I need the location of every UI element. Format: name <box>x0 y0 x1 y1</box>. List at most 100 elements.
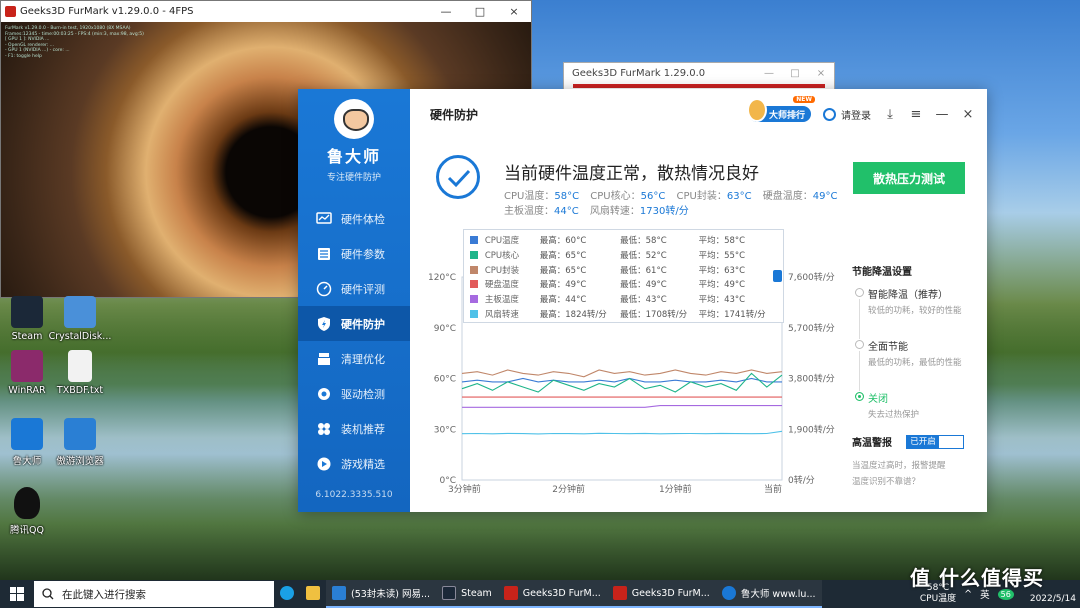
legend-swatch <box>470 265 478 274</box>
fan-icon <box>318 422 330 435</box>
legend-row: CPU封装 最高：65°C 最低：61°C 平均：63°C <box>470 262 777 277</box>
browser-icon <box>332 586 346 600</box>
minimize-button[interactable]: — <box>429 5 463 18</box>
alarm-toggle[interactable]: 已开启 <box>906 434 964 449</box>
radio-full-saving[interactable] <box>855 340 864 349</box>
status-check-icon <box>436 155 480 199</box>
watermark: 值 什么值得买 <box>910 566 1044 590</box>
header: 硬件防护 大师排行 NEW 请登录 ⤓ ≡ — × <box>410 89 987 139</box>
desktop-icon-maxthon[interactable]: 傲游浏览器 <box>48 418 112 467</box>
taskbar-app-edge[interactable] <box>274 580 300 608</box>
sidebar-item-hardware-checkup[interactable]: 硬件体检 <box>298 201 410 236</box>
start-button[interactable] <box>0 580 34 608</box>
sidebar-item-hardware-benchmark[interactable]: 硬件评测 <box>298 271 410 306</box>
folder-icon <box>306 586 320 600</box>
option-smart-cooling[interactable]: 智能降温（推荐） 较低的功耗，较好的性能 <box>852 286 982 339</box>
legend-row: CPU核心 最高：65°C 最低：52°C 平均：55°C <box>470 248 777 263</box>
legend-swatch <box>470 251 478 260</box>
taskbar-app-steam[interactable]: Steam <box>436 580 498 608</box>
brand-tagline: 专注硬件防护 <box>326 173 381 183</box>
high-temp-alarm: 高温警报 已开启 当温度过高时，报警提醒 温度识别不靠谱？ <box>852 434 982 490</box>
minimize-button[interactable]: — <box>935 107 949 122</box>
furmark-icon <box>5 6 16 17</box>
brand-name: 鲁大师 <box>326 147 381 166</box>
master-ranking-button[interactable]: 大师排行 NEW <box>746 96 815 122</box>
cpu-core-value: 56°C <box>640 191 666 202</box>
legend-row: 主板温度 最高：44°C 最低：43°C 平均：43°C <box>470 292 777 307</box>
menu-icon[interactable]: ≡ <box>909 107 923 122</box>
taskbar-search-box[interactable]: 在此键入进行搜索 <box>34 581 274 607</box>
taskbar-app-mail[interactable]: (53封未读) 网易... <box>326 580 437 608</box>
y-right-tick-label: 3,800转/分 <box>788 373 835 385</box>
ludashi-logo-icon <box>334 99 374 139</box>
user-icon <box>823 107 836 121</box>
legend-row: 风扇转速 最高：1824转/分 最低：1708转/分 平均：1741转/分 <box>470 306 777 321</box>
page-title: 硬件防护 <box>430 107 479 122</box>
y-right-tick-label: 0转/分 <box>788 474 815 486</box>
maximize-button[interactable]: □ <box>782 68 808 79</box>
taskbar-app-explorer[interactable] <box>300 580 326 608</box>
close-button[interactable]: × <box>497 5 531 18</box>
radio-off[interactable] <box>855 392 864 401</box>
x-tick-label: 1分钟前 <box>659 483 692 495</box>
legend-swatch <box>470 295 478 304</box>
legend-collapse-tab[interactable] <box>773 270 782 282</box>
maximize-button[interactable]: □ <box>463 5 497 18</box>
legend-row: 硬盘温度 最高：49°C 最低：49°C 平均：49°C <box>470 277 777 292</box>
new-badge: NEW <box>793 96 815 103</box>
furmark-titlebar[interactable]: Geeks3D FurMark v1.29.0.0 - 4FPS — □ × <box>1 1 531 22</box>
ludashi-window[interactable]: 鲁大师 专注硬件防护 硬件体检 硬件参数 硬件评测 硬件防护 清理优化 驱动检测… <box>298 89 987 512</box>
board-temp-value: 44°C <box>554 206 579 217</box>
text-file-icon <box>68 350 92 382</box>
version-label: 6.1022.3335.510 <box>315 490 393 500</box>
steam-icon <box>11 296 43 328</box>
sidebar-item-build-recommend[interactable]: 装机推荐 <box>298 411 410 446</box>
status-message: 当前硬件温度正常，散热情况良好 <box>504 164 759 184</box>
list-icon <box>318 247 330 260</box>
sidebar-item-games[interactable]: 游戏精选 <box>298 446 410 481</box>
radio-smart-cooling[interactable] <box>855 288 864 297</box>
desktop-icon-crystaldisk[interactable]: CrystalDisk... <box>48 296 112 342</box>
master-avatar-icon <box>746 98 767 122</box>
power-settings: 节能降温设置 智能降温（推荐） 较低的功耗，较好的性能 全面节能 最低的功耗，最… <box>852 263 982 442</box>
login-button[interactable]: 请登录 <box>823 107 871 122</box>
furmark-icon <box>612 586 627 600</box>
fan-speed-value: 1730转/分 <box>639 206 689 217</box>
close-button[interactable]: × <box>961 107 975 122</box>
x-tick-label: 当前 <box>764 483 782 495</box>
desktop-icon-qq[interactable]: 腾讯QQ <box>0 487 59 536</box>
taskbar-app-ludashi[interactable]: 鲁大师 www.lu... <box>715 580 822 608</box>
legend-row: CPU温度 最高：60°C 最低：58°C 平均：58°C <box>470 233 777 248</box>
game-icon <box>317 457 331 470</box>
qq-penguin-icon <box>14 487 40 519</box>
steam-icon <box>442 586 457 600</box>
temperature-summary: CPU温度：58°C CPU核心：56°C CPU封装：63°C 硬盘温度：49… <box>504 191 838 217</box>
option-full-saving[interactable]: 全面节能 最低的功耗，最低的性能 <box>852 338 982 391</box>
furmark-launcher-window[interactable]: Geeks3D FurMark 1.29.0.0 — □ × <box>563 62 835 92</box>
taskbar-app-furmark-1[interactable]: Geeks3D FurM... <box>497 580 607 608</box>
alarm-desc: 当温度过高时，报警提醒 温度识别不靠谱？ <box>852 461 946 487</box>
shield-icon <box>318 316 330 331</box>
sidebar-item-hardware-params[interactable]: 硬件参数 <box>298 236 410 271</box>
ludashi-icon <box>721 586 736 600</box>
download-icon[interactable]: ⤓ <box>883 107 897 122</box>
sidebar-item-hardware-protection[interactable]: 硬件防护 <box>298 306 410 341</box>
crystaldisk-icon <box>64 296 96 328</box>
furmark-overlay-text: FurMark v1.29.0.0 - Burn-in test, 1920x1… <box>5 26 144 59</box>
stress-test-button[interactable]: 散热压力测试 <box>853 162 965 194</box>
cpu-package-value: 63°C <box>726 191 752 202</box>
desktop-icon-txt-file[interactable]: TXBDF.txt <box>48 350 112 396</box>
sidebar-item-cleanup[interactable]: 清理优化 <box>298 341 410 376</box>
furmark-icon <box>503 586 518 600</box>
x-tick-label: 2分钟前 <box>552 483 585 495</box>
maxthon-icon <box>64 418 96 450</box>
sidebar-nav: 硬件体检 硬件参数 硬件评测 硬件防护 清理优化 驱动检测 装机推荐 游戏精选 <box>298 201 410 481</box>
cpu-temp-value: 58°C <box>554 191 580 202</box>
sidebar-item-driver-check[interactable]: 驱动检测 <box>298 376 410 411</box>
y-left-tick-label: 60°C <box>434 375 456 385</box>
close-button[interactable]: × <box>808 68 834 79</box>
taskbar-app-furmark-2[interactable]: Geeks3D FurM... <box>606 580 716 608</box>
y-right-tick-label: 7,600转/分 <box>788 271 835 283</box>
alarm-title: 高温警报 <box>852 438 892 449</box>
minimize-button[interactable]: — <box>756 68 782 79</box>
